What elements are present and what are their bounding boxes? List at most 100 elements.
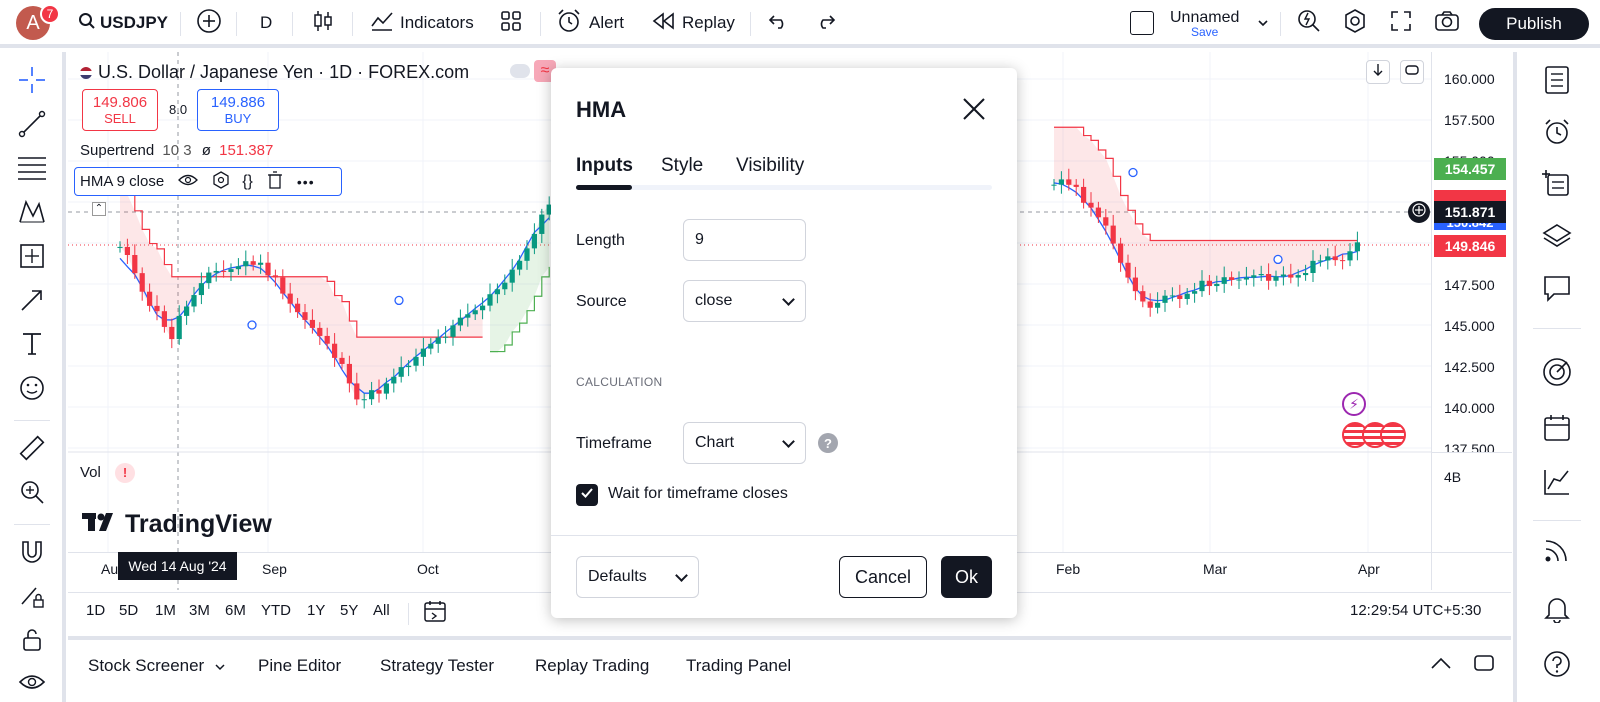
chevron-down-icon bbox=[782, 435, 795, 448]
undo-button[interactable] bbox=[768, 0, 790, 46]
cancel-button[interactable]: Cancel bbox=[839, 556, 927, 598]
chart-type-button[interactable] bbox=[312, 0, 334, 46]
pine-script-button[interactable] bbox=[1537, 464, 1577, 504]
ruler-tool[interactable] bbox=[14, 432, 50, 468]
templates-button[interactable] bbox=[500, 0, 522, 46]
magnet-tool[interactable] bbox=[14, 536, 50, 572]
volume-legend[interactable]: Vol ! bbox=[80, 463, 136, 483]
add-price-button[interactable] bbox=[1408, 201, 1430, 223]
sell-button[interactable]: 149.806 SELL bbox=[82, 89, 158, 131]
alert-button[interactable]: Alert bbox=[556, 0, 624, 46]
trend-line-tool[interactable] bbox=[14, 108, 50, 144]
tab-visibility[interactable]: Visibility bbox=[736, 155, 804, 177]
tab-pine-editor[interactable]: Pine Editor bbox=[258, 656, 341, 676]
crosshair-tool[interactable] bbox=[14, 64, 50, 100]
trash-icon[interactable] bbox=[267, 170, 283, 193]
go-to-date-button[interactable] bbox=[422, 599, 448, 630]
range-all[interactable]: All bbox=[373, 602, 390, 619]
more-icon[interactable]: ••• bbox=[297, 174, 315, 190]
layout-checkbox[interactable] bbox=[1130, 0, 1154, 46]
maximize-pane-button[interactable] bbox=[1400, 60, 1424, 84]
settings-icon[interactable] bbox=[212, 170, 230, 193]
range-3m[interactable]: 3M bbox=[189, 602, 210, 619]
snapshot-button[interactable] bbox=[1434, 0, 1460, 46]
notifications-button[interactable] bbox=[1537, 590, 1577, 630]
calendar-button[interactable] bbox=[1537, 410, 1577, 450]
scroll-down-button[interactable] bbox=[1366, 60, 1390, 84]
indicators-button[interactable]: Indicators bbox=[370, 0, 474, 46]
layers-button[interactable] bbox=[1537, 218, 1577, 258]
expand-panel-button[interactable] bbox=[1430, 656, 1452, 675]
range-1d[interactable]: 1D bbox=[86, 602, 105, 619]
range-6m[interactable]: 6M bbox=[225, 602, 246, 619]
pattern-tool[interactable] bbox=[14, 196, 50, 232]
length-input[interactable]: 9 bbox=[683, 219, 806, 261]
publish-button[interactable]: Publish bbox=[1479, 8, 1589, 40]
tab-strategy-tester[interactable]: Strategy Tester bbox=[380, 656, 494, 676]
divider bbox=[14, 420, 50, 421]
lock-all-tool[interactable] bbox=[14, 624, 50, 660]
market-status-icon[interactable] bbox=[510, 64, 530, 78]
ideas-button[interactable] bbox=[1537, 354, 1577, 394]
symbol-search-button[interactable]: USDJPY bbox=[78, 0, 168, 46]
help-icon[interactable]: ? bbox=[818, 433, 838, 453]
collapse-legend-icon[interactable]: ⌃ bbox=[92, 202, 106, 216]
hide-drawings-tool[interactable] bbox=[14, 666, 50, 702]
tab-trading-panel[interactable]: Trading Panel bbox=[686, 656, 791, 676]
range-1m[interactable]: 1M bbox=[155, 602, 176, 619]
lock-drawings-pencil-tool[interactable] bbox=[14, 580, 50, 616]
clock-display[interactable]: 12:29:54 UTC+5:30 bbox=[1350, 602, 1481, 619]
maximize-panel-button[interactable] bbox=[1473, 654, 1495, 677]
projection-tool[interactable] bbox=[14, 240, 50, 276]
us-flag-event-icon[interactable] bbox=[1380, 422, 1406, 448]
watchlist-button[interactable] bbox=[1537, 62, 1577, 102]
alerts-button[interactable] bbox=[1537, 114, 1577, 154]
text-tool[interactable] bbox=[14, 328, 50, 364]
layout-menu-button[interactable] bbox=[1256, 0, 1270, 46]
ok-button[interactable]: Ok bbox=[941, 556, 992, 598]
redo-button[interactable] bbox=[814, 0, 836, 46]
emoji-tool[interactable] bbox=[14, 372, 50, 408]
help-button[interactable] bbox=[1537, 646, 1577, 686]
fib-tool[interactable] bbox=[14, 152, 50, 188]
interval-button[interactable]: D bbox=[260, 0, 272, 46]
economic-events-icons[interactable] bbox=[1342, 422, 1406, 448]
eye-icon[interactable] bbox=[178, 173, 199, 191]
wait-checkbox[interactable] bbox=[576, 484, 598, 506]
quick-search-button[interactable] bbox=[1296, 0, 1322, 46]
arrow-tool[interactable] bbox=[14, 284, 50, 320]
tab-style[interactable]: Style bbox=[661, 155, 703, 177]
chats-button[interactable] bbox=[1537, 270, 1577, 310]
defaults-button[interactable]: Defaults bbox=[576, 556, 699, 598]
settings-button[interactable] bbox=[1342, 0, 1368, 46]
compare-symbol-button[interactable] bbox=[196, 0, 222, 46]
hma-legend[interactable]: HMA 9 close {} ••• bbox=[74, 167, 342, 196]
tab-replay-trading[interactable]: Replay Trading bbox=[535, 656, 649, 676]
layout-name-button[interactable]: Unnamed Save bbox=[1170, 6, 1239, 42]
tab-inputs[interactable]: Inputs bbox=[576, 155, 633, 177]
replay-button[interactable]: Replay bbox=[652, 0, 735, 46]
fullscreen-button[interactable] bbox=[1390, 0, 1412, 46]
tab-stock-screener[interactable]: Stock Screener bbox=[88, 656, 226, 676]
candle bbox=[420, 348, 426, 357]
source-select[interactable]: close bbox=[683, 280, 806, 322]
buy-button[interactable]: 149.886 BUY bbox=[197, 89, 279, 131]
spread-value: 8.0 bbox=[169, 102, 188, 117]
broadcast-button[interactable] bbox=[1537, 532, 1577, 572]
chevron-down-icon[interactable] bbox=[214, 656, 226, 675]
wait-label[interactable]: Wait for timeframe closes bbox=[608, 485, 788, 503]
range-5y[interactable]: 5Y bbox=[340, 602, 358, 619]
zoom-tool[interactable] bbox=[14, 476, 50, 512]
warning-icon[interactable]: ! bbox=[115, 463, 136, 483]
close-button[interactable] bbox=[961, 96, 987, 127]
range-ytd[interactable]: YTD bbox=[261, 602, 291, 619]
range-5d[interactable]: 5D bbox=[119, 602, 138, 619]
source-code-icon[interactable]: {} bbox=[242, 173, 253, 191]
lightning-event-icon[interactable]: ⚡ bbox=[1342, 392, 1366, 416]
range-1y[interactable]: 1Y bbox=[307, 602, 325, 619]
symbol-title-row[interactable]: U.S. Dollar / Japanese Yen · 1D · FOREX.… bbox=[80, 62, 469, 83]
timeframe-select[interactable]: Chart bbox=[683, 422, 806, 464]
object-tree-button[interactable] bbox=[1537, 166, 1577, 206]
supertrend-legend[interactable]: Supertrend 10 3 ø 151.387 bbox=[80, 142, 273, 159]
price-scale[interactable]: 160.000 157.500 155.000 147.500 145.000 … bbox=[1431, 52, 1512, 590]
